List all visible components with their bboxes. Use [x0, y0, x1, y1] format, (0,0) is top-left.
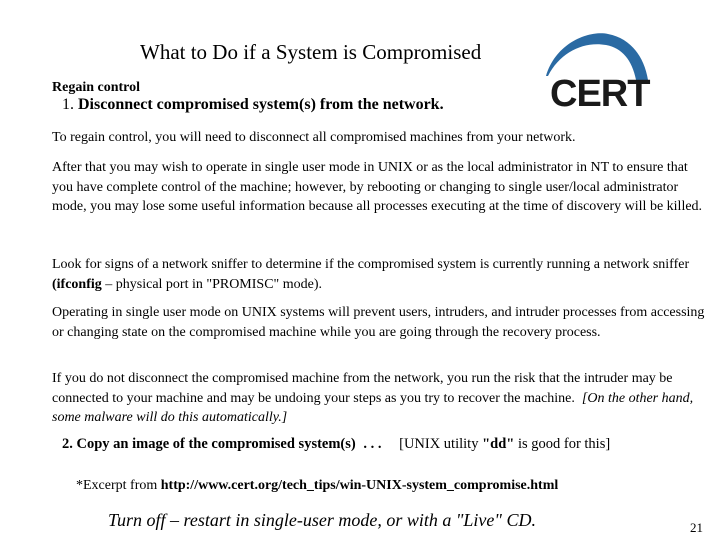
step-1-number: 1. [62, 96, 74, 113]
step-2-note: [UNIX utility "dd" is good for this] [399, 436, 610, 452]
note-text: [UNIX utility [399, 436, 483, 452]
step-2: 2. Copy an image of the compromised syst… [62, 436, 610, 453]
step-2-label: 2. Copy an image of the compromised syst… [62, 436, 356, 452]
dd-utility: "dd" [482, 436, 515, 452]
cert-logo: CERT [540, 24, 670, 119]
sniffer-text-end: – physical port in "PROMISC" mode). [101, 276, 323, 292]
footer-note: Turn off – restart in single-user mode, … [108, 510, 536, 530]
step-2-ellipsis: . . . [363, 436, 382, 452]
slide-title: What to Do if a System is Compromised [140, 40, 482, 64]
cert-logo-arc-icon: CERT [546, 33, 651, 115]
page-number: 21 [690, 520, 703, 535]
paragraph-single-user-mode: After that you may wish to operate in si… [52, 160, 703, 214]
step-1-text: Disconnect compromised system(s) from th… [78, 96, 444, 113]
logo-text: CERT [550, 73, 650, 115]
step-1: 1. Disconnect compromised system(s) from… [62, 96, 444, 114]
excerpt-url[interactable]: http://www.cert.org/tech_tips/win-UNIX-s… [161, 478, 559, 493]
paragraph-risk: If you do not disconnect the compromised… [52, 369, 712, 428]
ifconfig-command: (ifconfig [52, 276, 102, 292]
paragraph-sniffer: Look for signs of a network sniffer to d… [52, 255, 712, 294]
excerpt-prefix: *Excerpt from [76, 478, 161, 493]
section-heading: Regain control [52, 80, 141, 95]
sniffer-text: Look for signs of a network sniffer to d… [52, 257, 690, 272]
paragraph-operating-unix: Operating in single user mode on UNIX sy… [52, 305, 705, 340]
excerpt-source: *Excerpt from http://www.cert.org/tech_t… [76, 478, 558, 494]
paragraph-disconnect: To regain control, you will need to disc… [52, 130, 576, 145]
risk-text: If you do not disconnect the compromised… [52, 371, 673, 406]
note-text-end: is good for this] [514, 436, 611, 452]
